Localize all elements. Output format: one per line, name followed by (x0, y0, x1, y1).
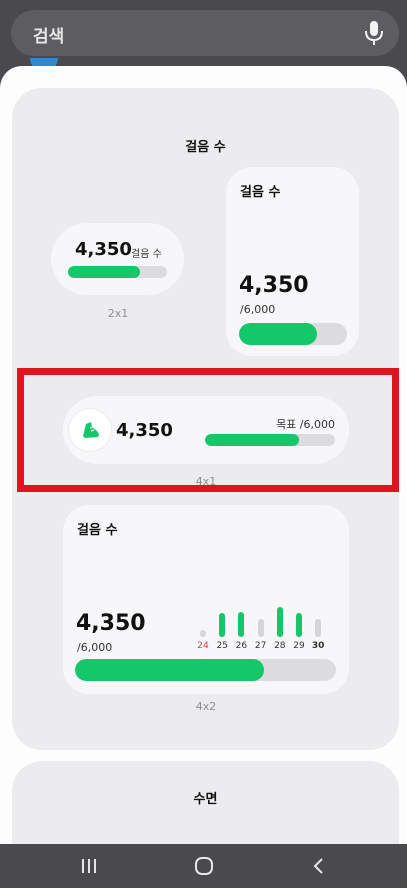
widget-size-caption: 4x2 (195, 700, 217, 713)
steps-count: 4,350 (76, 611, 146, 636)
recent-apps-button[interactable] (74, 852, 104, 880)
progress-bar (68, 266, 167, 278)
widget-2x2[interactable]: 걸음 수 4,350 /6,000 (226, 167, 359, 356)
sleep-widget-group[interactable]: 수면 (12, 761, 399, 844)
chart-day-label: 28 (274, 641, 286, 651)
widget-4x1[interactable]: 4,350 목표 /6,000 (63, 396, 349, 464)
steps-count: 4,350 (116, 420, 173, 441)
widget-4x2[interactable]: 걸음 수 4,350 /6,000 24 25 26 27 28 29 30 (63, 505, 349, 694)
progress-bar (205, 434, 335, 446)
back-icon (313, 858, 323, 874)
chart-bar-27 (257, 619, 264, 637)
progress-bar (75, 659, 336, 681)
sleep-title: 수면 (193, 792, 218, 807)
chart-day-label: 27 (254, 641, 267, 651)
chart-bar-25 (219, 613, 226, 637)
home-button[interactable] (189, 852, 219, 880)
chart-day-label: 26 (235, 641, 248, 651)
home-icon (195, 857, 213, 875)
steps-unit-label: 걸음 수 (131, 249, 162, 260)
search-bar[interactable]: 검색 (11, 10, 399, 56)
chart-bar-29 (296, 613, 302, 637)
chart-day-label: 29 (293, 641, 305, 651)
search-label: 검색 (33, 27, 65, 47)
progress-fill (205, 434, 300, 446)
widget-size-caption: 2x1 (107, 307, 129, 320)
chart-bar-28 (276, 607, 283, 637)
navigation-bar (0, 844, 407, 888)
progress-fill (75, 659, 265, 681)
shoe-icon (69, 409, 111, 451)
chart-bar-30 (315, 619, 322, 637)
goal-label: /6,000 (240, 303, 276, 316)
progress-bar (239, 323, 347, 345)
group-title: 걸음 수 (185, 140, 226, 155)
steps-count: 4,350 (75, 239, 132, 260)
goal-label: 목표 /6,000 (276, 418, 335, 431)
widget-size-caption: 4x1 (195, 475, 217, 488)
widget-2x1[interactable]: 4,350 걸음 수 (51, 223, 184, 295)
microphone-icon[interactable] (363, 20, 385, 46)
widget-title: 걸음 수 (77, 523, 118, 538)
chart-day-label: 24 (197, 641, 209, 651)
back-button[interactable] (304, 852, 334, 880)
widget-title: 걸음 수 (240, 185, 281, 200)
weekly-steps-chart: 24 25 26 27 28 29 30 (197, 601, 337, 653)
chart-bar-26 (238, 611, 245, 637)
chart-day-label: 30 (311, 641, 325, 651)
widget-picker-sheet: 걸음 수 4,350 걸음 수 2x1 걸음 수 4,350 /6,000 4,… (0, 66, 407, 844)
goal-label: /6,000 (77, 641, 113, 654)
recent-apps-icon (82, 859, 96, 873)
progress-fill (239, 323, 318, 345)
chart-bar-24 (200, 629, 206, 637)
chart-day-label: 25 (216, 641, 228, 651)
steps-count: 4,350 (239, 273, 309, 298)
progress-fill (68, 266, 140, 278)
